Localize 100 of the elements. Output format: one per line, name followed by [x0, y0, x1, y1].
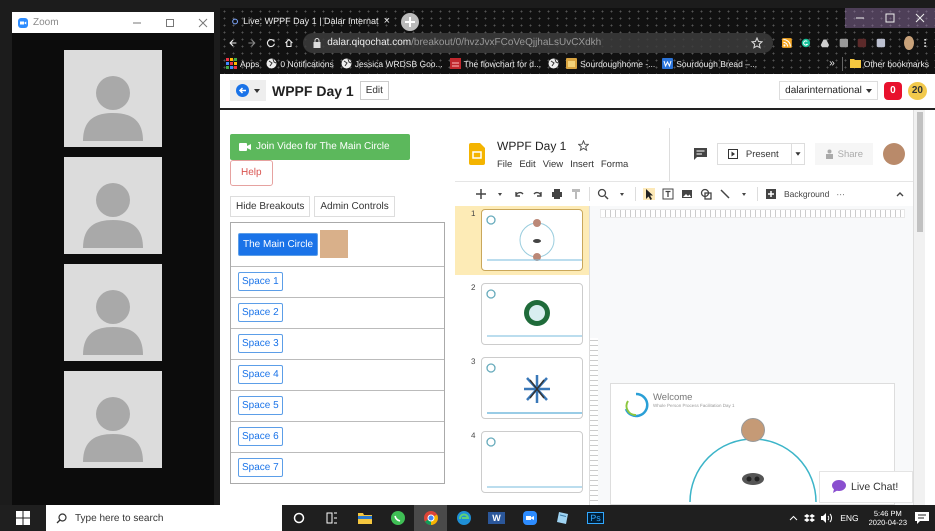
print-icon[interactable] — [551, 188, 563, 200]
room-button[interactable]: The Main Circle — [238, 232, 318, 256]
maximize-icon[interactable] — [165, 18, 175, 28]
close-icon[interactable] — [198, 18, 208, 28]
slide-number: 4 — [471, 430, 476, 440]
globe-icon[interactable] — [548, 58, 560, 70]
new-tab-icon[interactable] — [400, 12, 420, 32]
slide-number: 1 — [471, 208, 476, 218]
edit-button[interactable]: Edit — [360, 81, 389, 100]
back-menu-button[interactable] — [230, 80, 266, 102]
add-comment-icon[interactable] — [765, 188, 777, 200]
bookmark-link[interactable]: Apps — [240, 58, 260, 69]
shape-icon[interactable] — [700, 188, 712, 200]
zoom-logo-icon — [18, 18, 28, 28]
zoom-icon[interactable] — [597, 188, 609, 200]
profile-avatar[interactable] — [904, 36, 914, 50]
address-field[interactable]: dalar.qiqochat.com/breakout/0/hvzJvxFCoVeQjjhaLsUvCXdkh — [303, 32, 774, 53]
folder-icon — [850, 58, 861, 70]
url-text: dalar.qiqochat.com/breakout/0/hvzJvxFCoVeQjjhaLsUvCXdkh — [327, 37, 602, 48]
room-button[interactable]: Space 2 — [238, 303, 283, 322]
slide-number: 2 — [471, 282, 476, 292]
avatar-placeholder[interactable] — [883, 143, 905, 166]
bookmark-link[interactable]: 0 Notifications — [280, 58, 334, 69]
video-app-icon — [522, 510, 538, 526]
search-icon — [56, 512, 67, 524]
notes-icon — [554, 510, 570, 526]
add-icon[interactable] — [475, 188, 487, 200]
chrome-icon — [422, 510, 438, 526]
background-button[interactable]: Background — [784, 188, 830, 199]
bread-icon — [566, 58, 578, 70]
caret-up-icon[interactable] — [789, 514, 798, 522]
notification-icon[interactable] — [915, 512, 929, 524]
count-badge: 0 — [884, 82, 902, 100]
room-button[interactable]: Space 1 — [238, 272, 283, 292]
taskbar-app[interactable]: W — [480, 505, 513, 531]
slide-heading: Welcome — [653, 392, 694, 403]
line-icon[interactable] — [719, 188, 731, 200]
bookmark-link[interactable]: The flowchart for d... — [464, 58, 542, 69]
count-badge: 20 — [908, 82, 927, 100]
lock-icon — [313, 38, 322, 48]
caret-icon — [866, 88, 872, 93]
menu-item[interactable]: Insert — [570, 158, 594, 170]
bookmark-folder[interactable]: Other bookmarks — [864, 58, 929, 69]
room-button[interactable]: Space 3 — [238, 334, 283, 354]
tab-close-button[interactable]: × — [384, 15, 390, 28]
bookmark-link[interactable]: Jessica WRDSB Goo... — [354, 58, 443, 69]
scrollbar[interactable] — [913, 110, 925, 505]
toolbar-button[interactable]: Admin Controls — [314, 196, 395, 217]
rss-icon[interactable] — [782, 36, 792, 50]
comment-icon[interactable] — [694, 148, 707, 160]
filmstrip-item[interactable]: 1 — [455, 206, 589, 275]
menu-item[interactable]: Forma — [600, 158, 628, 170]
video-camera-icon — [239, 142, 251, 151]
room-button[interactable]: Space 7 — [238, 458, 283, 478]
slides-logo-icon — [469, 143, 485, 166]
menu-item[interactable]: File — [497, 158, 512, 170]
photoshop-logo: Ps — [587, 512, 604, 524]
help-button[interactable]: Help — [230, 160, 273, 186]
present-button[interactable]: Present — [716, 143, 791, 166]
globe-icon — [340, 58, 352, 70]
window-title: Zoom — [33, 17, 59, 28]
account-menu[interactable]: dalarinternational — [779, 81, 878, 100]
filmstrip-item[interactable]: 3 — [455, 354, 589, 423]
star-icon[interactable] — [578, 140, 590, 152]
task-view-icon — [324, 510, 340, 526]
room-button[interactable]: Space 5 — [238, 396, 283, 416]
cursor-icon[interactable] — [643, 188, 655, 200]
page-title: WPPF Day 1 — [272, 82, 354, 99]
live-chat-button[interactable]: Live Chat! — [819, 470, 913, 503]
photo-placeholder — [740, 418, 764, 442]
room-button[interactable]: Space 4 — [238, 365, 283, 384]
word-doc-icon — [662, 58, 674, 70]
search-field[interactable]: Type here to search — [46, 505, 282, 531]
speaker-icon[interactable] — [821, 513, 834, 523]
menu-item[interactable]: Edit — [519, 158, 536, 170]
menu-item[interactable]: View — [542, 158, 564, 170]
toolbar-button[interactable]: Hide Breakouts — [230, 196, 310, 217]
filmstrip-item[interactable]: 2 — [455, 280, 589, 349]
taskbar-app[interactable]: Ps — [579, 505, 612, 531]
taskbar-app[interactable] — [414, 505, 447, 531]
chat-icon — [390, 510, 406, 526]
person-icon — [824, 149, 834, 160]
edge-icon — [456, 510, 472, 526]
dropbox-icon[interactable] — [804, 514, 816, 522]
language-indicator[interactable]: ENG — [840, 513, 859, 523]
bookmark-star-icon[interactable] — [751, 36, 764, 49]
caret-icon[interactable] — [790, 143, 805, 166]
image-icon[interactable] — [681, 188, 693, 200]
bookmark-link[interactable]: Sourdough Bread –... — [676, 58, 758, 69]
windows-start-icon[interactable] — [16, 511, 30, 525]
swirl-logo-icon — [623, 392, 649, 418]
filmstrip-item[interactable]: 4 — [455, 428, 589, 497]
bookmark-link[interactable]: Sourdoughhome -... — [580, 58, 656, 69]
text-box-icon[interactable] — [662, 188, 674, 200]
document-title[interactable]: WPPF Day 1 — [497, 138, 566, 153]
bookmarks-overflow-button[interactable]: » — [829, 58, 835, 70]
room-button[interactable]: Space 6 — [238, 427, 283, 446]
more-button[interactable]: ··· — [836, 188, 845, 199]
browser-tab[interactable]: Live: WPPF Day 1 | Dalar Internat × — [226, 10, 396, 32]
play-icon — [728, 149, 738, 160]
